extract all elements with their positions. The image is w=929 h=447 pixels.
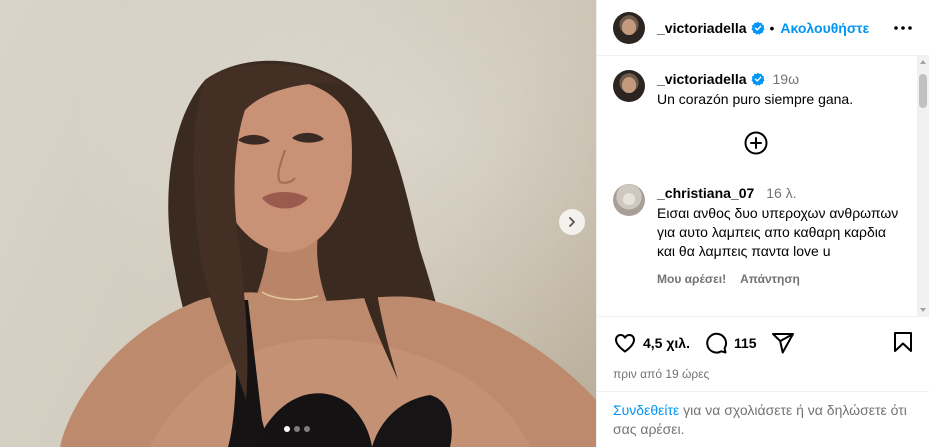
carousel-dot-active (284, 426, 290, 432)
commenter-username[interactable]: _christiana_07 (657, 185, 754, 201)
author-avatar[interactable] (613, 11, 645, 44)
login-prompt: Συνδεθείτε για να σχολιάσετε ή να δηλώσε… (597, 391, 929, 447)
carousel-dot (294, 426, 300, 432)
save-button[interactable] (891, 330, 915, 357)
comment-reply-button[interactable]: Απάντηση (740, 270, 800, 288)
verified-badge-icon (751, 21, 764, 35)
post-header: _victoriadella • Ακολουθήστε (597, 0, 929, 56)
scrollbar-thumb[interactable] (919, 74, 927, 108)
comment-button[interactable]: 115 (704, 331, 757, 355)
post-caption: _victoriadella 19ω Un corazón puro siemp… (597, 56, 929, 108)
follow-button[interactable]: Ακολουθήστε (780, 20, 869, 36)
post-photo (60, 60, 596, 447)
post-actions: 4,5 χιλ. 115 (597, 317, 929, 369)
carousel-dot (304, 426, 310, 432)
bookmark-icon (894, 331, 912, 352)
like-button[interactable]: 4,5 χιλ. (613, 331, 690, 355)
caption-text: Un corazón puro siempre gana. (657, 91, 854, 107)
comments-section[interactable]: _victoriadella 19ω Un corazón puro siemp… (597, 56, 929, 316)
share-button[interactable] (771, 331, 795, 355)
plus-circle-icon[interactable] (743, 130, 769, 156)
post-side-panel: _victoriadella • Ακολουθήστε _victoriade… (596, 0, 929, 447)
commenter-avatar[interactable] (613, 184, 645, 216)
chevron-right-icon (569, 217, 575, 227)
post-actions-area: 4,5 χιλ. 115 πριν από 19 ώρες (597, 316, 929, 381)
caption-author-avatar[interactable] (613, 70, 645, 102)
post-date[interactable]: πριν από 19 ώρες (597, 367, 929, 381)
post-media[interactable] (0, 0, 596, 447)
heart-icon (615, 334, 635, 353)
more-options-icon (894, 25, 912, 30)
header-separator: • (769, 19, 775, 36)
login-link[interactable]: Συνδεθείτε (613, 402, 679, 418)
caption-username[interactable]: _victoriadella (657, 70, 747, 88)
author-username[interactable]: _victoriadella (657, 20, 747, 36)
comment-item: _christiana_07 16 λ. Εισαι ανθος δυο υπε… (613, 184, 903, 288)
scroll-up-arrow-icon[interactable] (920, 60, 926, 64)
more-options-button[interactable] (891, 16, 915, 40)
comment-time[interactable]: 16 λ. (766, 185, 796, 201)
caption-time[interactable]: 19ω (773, 70, 800, 88)
comment-text: Εισαι ανθος δυο υπεροχων ανθρωπων για αυ… (657, 205, 899, 259)
scroll-down-arrow-icon[interactable] (920, 308, 926, 312)
next-slide-button[interactable] (559, 209, 585, 235)
verified-badge-icon (751, 72, 764, 86)
carousel-indicator (284, 426, 310, 432)
comment-like-button[interactable]: Μου αρέσει! (657, 270, 726, 288)
paper-plane-icon (771, 333, 794, 354)
comment-bubble-icon (706, 332, 728, 354)
instagram-post: _victoriadella • Ακολουθήστε _victoriade… (0, 0, 929, 447)
comments-scrollbar[interactable] (917, 56, 929, 316)
comments-count[interactable]: 115 (734, 335, 757, 351)
likes-count[interactable]: 4,5 χιλ. (643, 335, 690, 351)
